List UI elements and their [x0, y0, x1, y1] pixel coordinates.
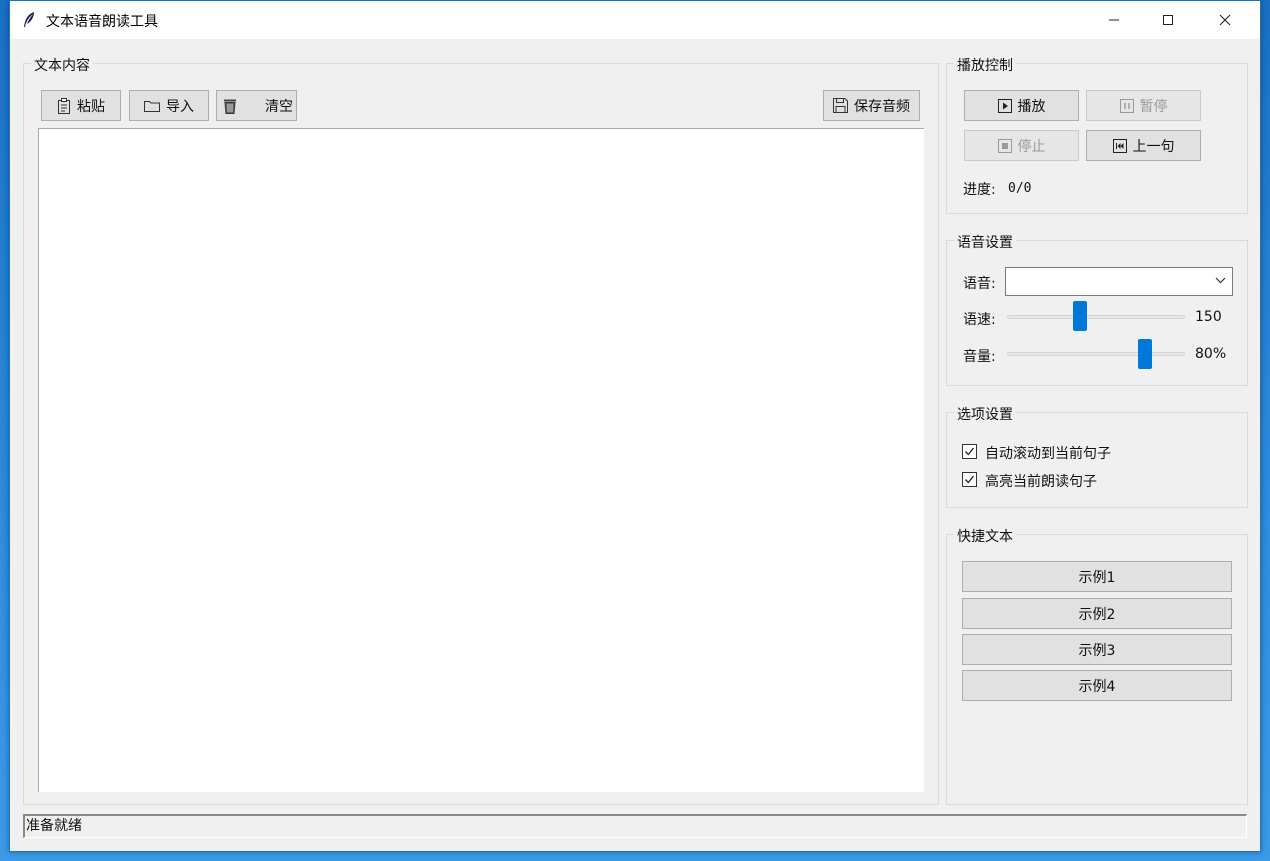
close-icon: [1219, 14, 1231, 26]
auto-scroll-checkbox[interactable]: [962, 444, 977, 459]
paste-label: 粘贴: [77, 98, 105, 115]
import-label: 导入: [166, 98, 194, 115]
window-title: 文本语音朗读工具: [46, 14, 158, 30]
minimize-icon: [1109, 19, 1119, 21]
stop-button[interactable]: 停止: [964, 130, 1079, 161]
playback-legend: 播放控制: [954, 55, 1016, 75]
paste-button[interactable]: 粘贴: [41, 90, 121, 121]
maximize-button[interactable]: [1141, 1, 1195, 39]
clear-button[interactable]: 清空: [216, 90, 297, 121]
example-3-button[interactable]: 示例3: [962, 634, 1232, 665]
example-1-button[interactable]: 示例1: [962, 561, 1232, 592]
maximize-icon: [1163, 15, 1173, 25]
stop-label: 停止: [1017, 138, 1046, 155]
voice-label: 语音:: [963, 276, 996, 292]
example-4-label: 示例4: [1078, 678, 1116, 695]
close-button[interactable]: [1198, 1, 1252, 39]
text-input-area[interactable]: [38, 128, 924, 792]
progress-label: 进度:: [963, 182, 996, 198]
volume-slider-thumb[interactable]: [1138, 339, 1153, 369]
previous-sentence-label: 上一句: [1132, 138, 1175, 155]
auto-scroll-label: 自动滚动到当前句子: [985, 446, 1111, 462]
pause-icon: [1119, 98, 1134, 113]
save-audio-label: 保存音频: [854, 98, 910, 115]
options-legend: 选项设置: [954, 404, 1016, 424]
example-2-label: 示例2: [1078, 606, 1116, 623]
voice-settings-legend: 语音设置: [954, 232, 1016, 252]
clear-label: 清空: [265, 98, 293, 115]
checkmark-icon: [965, 475, 975, 484]
highlight-option[interactable]: 高亮当前朗读句子: [962, 471, 1142, 491]
voice-select[interactable]: [1005, 267, 1233, 296]
stop-icon: [997, 138, 1012, 153]
trash-icon: [224, 99, 236, 114]
rate-slider-track[interactable]: [1007, 315, 1185, 319]
chevron-down-icon: [1215, 277, 1226, 284]
feather-icon: [24, 12, 34, 27]
pause-button[interactable]: 暂停: [1086, 90, 1201, 121]
status-text: 准备就绪: [26, 818, 82, 834]
play-button[interactable]: 播放: [964, 90, 1079, 121]
skip-back-icon: [1112, 138, 1127, 153]
folder-icon: [144, 101, 160, 112]
save-audio-button[interactable]: 保存音频: [823, 90, 920, 121]
volume-slider-track[interactable]: [1007, 352, 1185, 356]
progress-value: 0/0: [1008, 181, 1032, 196]
checkmark-icon: [965, 447, 975, 456]
play-label: 播放: [1017, 98, 1046, 115]
import-button[interactable]: 导入: [129, 90, 209, 121]
previous-sentence-button[interactable]: 上一句: [1086, 130, 1201, 161]
clipboard-icon: [58, 97, 70, 114]
rate-slider-thumb[interactable]: [1072, 301, 1087, 331]
app-window: 文本语音朗读工具 文本内容 粘贴 导入 清空 保存音频 播放控制 播放 暂停 停…: [9, 0, 1261, 852]
quick-text-legend: 快捷文本: [954, 526, 1016, 546]
highlight-label: 高亮当前朗读句子: [985, 474, 1097, 490]
save-icon: [833, 98, 848, 113]
status-bar: 准备就绪: [23, 814, 1247, 838]
pause-label: 暂停: [1139, 98, 1168, 115]
example-4-button[interactable]: 示例4: [962, 670, 1232, 701]
rate-label: 语速:: [963, 312, 996, 328]
highlight-checkbox[interactable]: [962, 472, 977, 487]
play-icon: [997, 98, 1012, 113]
rate-value: 150: [1195, 309, 1222, 325]
auto-scroll-option[interactable]: 自动滚动到当前句子: [962, 443, 1142, 463]
example-1-label: 示例1: [1078, 569, 1116, 586]
example-3-label: 示例3: [1078, 642, 1116, 659]
title-bar[interactable]: 文本语音朗读工具: [10, 1, 1260, 39]
volume-label: 音量:: [963, 349, 996, 365]
volume-value: 80%: [1195, 346, 1227, 362]
text-content-legend: 文本内容: [31, 55, 93, 75]
example-2-button[interactable]: 示例2: [962, 598, 1232, 629]
minimize-button[interactable]: [1087, 1, 1141, 39]
